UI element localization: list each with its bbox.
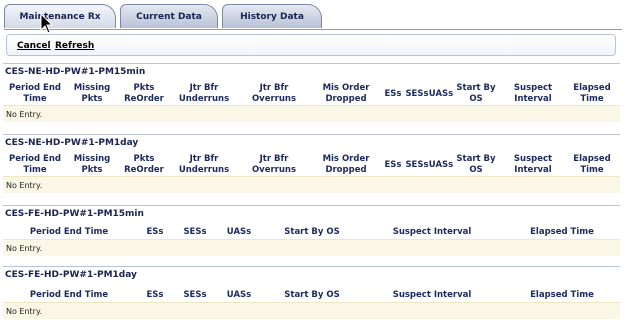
mouse-cursor-icon	[40, 13, 54, 34]
cancel-button[interactable]: Cancel	[17, 41, 51, 51]
column-header[interactable]: Jtr Bfr Overruns	[243, 154, 305, 176]
table-row: No Entry.	[3, 239, 620, 256]
column-header[interactable]: Period End Time	[7, 83, 63, 105]
table-row: No Entry.	[3, 176, 620, 193]
column-header[interactable]: Jtr Bfr Overruns	[243, 83, 305, 105]
column-header[interactable]: Missing Pkts	[69, 154, 115, 176]
column-header[interactable]: ESs	[382, 89, 404, 100]
column-header[interactable]: Suspect Interval	[389, 227, 475, 238]
column-header[interactable]: Period End Time	[25, 290, 113, 301]
column-header[interactable]: Period End Time	[7, 154, 63, 176]
column-header[interactable]: Elapsed Time	[527, 290, 597, 301]
table-title: CES-FE-HD-PW#1-PM1day	[5, 270, 137, 280]
column-header[interactable]: Elapsed Time	[568, 154, 616, 176]
column-header[interactable]: Elapsed Time	[527, 227, 597, 238]
column-header[interactable]: Missing Pkts	[69, 83, 115, 105]
tab-label: Maintenance Rx	[19, 11, 101, 22]
column-header[interactable]: Mis Order Dropped	[313, 83, 379, 105]
tab-maintenance-rx[interactable]: Maintenance Rx	[4, 4, 116, 28]
action-bar: Cancel Refresh	[6, 34, 616, 56]
column-header[interactable]: UASs	[225, 290, 253, 301]
no-entry-text: No Entry.	[6, 181, 43, 190]
table-fe-pm1day: CES-FE-HD-PW#1-PM1day Period End Time ES…	[3, 266, 620, 319]
column-header[interactable]: SESs	[181, 290, 209, 301]
refresh-button[interactable]: Refresh	[55, 41, 94, 51]
table-title: CES-NE-HD-PW#1-PM1day	[5, 138, 139, 148]
column-header[interactable]: SESs	[181, 227, 209, 238]
column-header[interactable]: Pkts ReOrder	[121, 154, 167, 176]
column-header[interactable]: UASs	[428, 89, 454, 100]
column-header[interactable]: Start By OS	[281, 227, 343, 238]
column-header[interactable]: Suspect Interval	[389, 290, 475, 301]
column-header[interactable]: ESs	[143, 290, 167, 301]
tab-label: History Data	[240, 11, 304, 22]
table-fe-pm15min: CES-FE-HD-PW#1-PM15min Period End Time E…	[3, 205, 620, 257]
no-entry-text: No Entry.	[6, 307, 43, 316]
tab-history-data[interactable]: History Data	[222, 4, 322, 28]
tab-bar: Maintenance Rx Current Data History Data	[4, 4, 622, 30]
column-header[interactable]: ESs	[382, 160, 404, 171]
column-header[interactable]: UASs	[225, 227, 253, 238]
no-entry-text: No Entry.	[6, 110, 43, 119]
column-header[interactable]: UASs	[428, 160, 454, 171]
column-header[interactable]: Elapsed Time	[568, 83, 616, 105]
tab-label: Current Data	[136, 11, 202, 22]
no-entry-text: No Entry.	[6, 244, 43, 253]
column-header[interactable]: Mis Order Dropped	[313, 154, 379, 176]
column-header[interactable]: ESs	[143, 227, 167, 238]
column-header[interactable]: Pkts ReOrder	[121, 83, 167, 105]
table-title: CES-NE-HD-PW#1-PM15min	[5, 67, 146, 77]
column-header[interactable]: Start By OS	[281, 290, 343, 301]
column-header[interactable]: Jtr Bfr Underruns	[173, 83, 235, 105]
column-header[interactable]: SESs	[404, 89, 430, 100]
column-header[interactable]: Period End Time	[25, 227, 113, 238]
table-row: No Entry.	[3, 105, 620, 122]
table-ne-pm1day: CES-NE-HD-PW#1-PM1day Period End Time Mi…	[3, 134, 620, 193]
table-ne-pm15min: CES-NE-HD-PW#1-PM15min Period End Time M…	[3, 63, 620, 122]
table-title: CES-FE-HD-PW#1-PM15min	[5, 209, 144, 219]
column-header[interactable]: SESs	[404, 160, 430, 171]
tab-divider	[4, 29, 622, 30]
column-header[interactable]: Suspect Interval	[508, 154, 558, 176]
column-header[interactable]: Start By OS	[455, 83, 497, 105]
column-header[interactable]: Start By OS	[455, 154, 497, 176]
table-row: No Entry.	[3, 302, 620, 319]
column-header[interactable]: Suspect Interval	[508, 83, 558, 105]
column-header[interactable]: Jtr Bfr Underruns	[173, 154, 235, 176]
tab-current-data[interactable]: Current Data	[120, 4, 218, 28]
